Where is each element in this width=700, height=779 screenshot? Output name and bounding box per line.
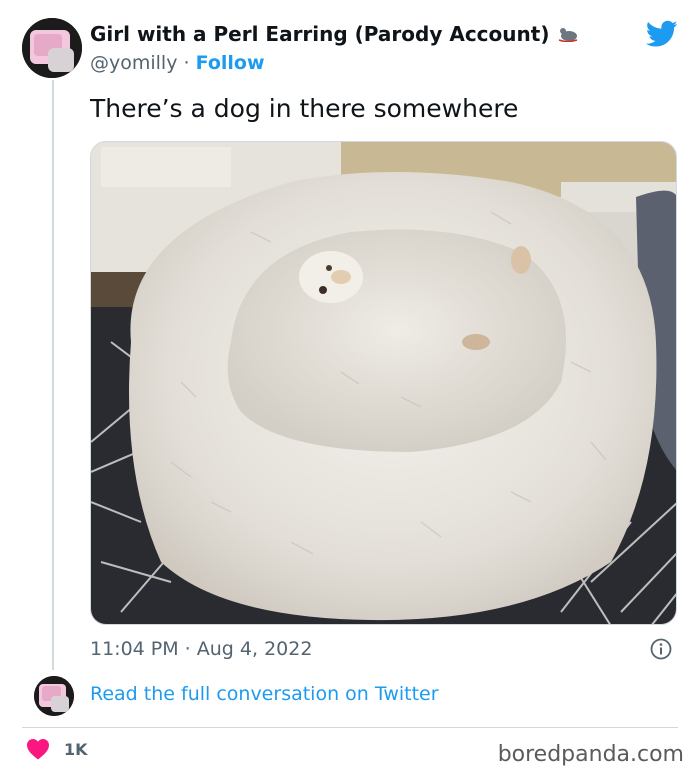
read-full-conversation-link[interactable]: Read the full conversation on Twitter — [90, 683, 439, 705]
author-name[interactable]: Girl with a Perl Earring (Parody Account… — [90, 22, 549, 46]
heart-icon — [27, 739, 49, 760]
like-action[interactable]: 1K — [26, 738, 88, 760]
thread-connector-line — [52, 80, 54, 670]
info-icon[interactable] — [650, 638, 672, 660]
avatar-image-small — [34, 676, 74, 716]
separator-dot: · — [183, 52, 190, 74]
author-avatar[interactable] — [22, 18, 82, 78]
author-handle[interactable]: @yomilly — [90, 52, 177, 74]
tweet-header: Girl with a Perl Earring (Parody Account… — [90, 22, 630, 74]
avatar-image — [22, 18, 82, 78]
dog-in-fluffy-bed-photo — [91, 142, 676, 624]
follow-button[interactable]: Follow — [196, 52, 265, 74]
tweet-timestamp[interactable]: 11:04 PM · Aug 4, 2022 — [90, 638, 312, 660]
mouse-icon — [559, 28, 578, 42]
tweet-photo[interactable] — [90, 141, 677, 625]
tweet-text: There’s a dog in there somewhere — [90, 94, 519, 123]
watermark: boredpanda.com — [497, 742, 684, 767]
divider — [22, 727, 678, 728]
twitter-bird-icon[interactable] — [646, 20, 678, 48]
author-avatar-small[interactable] — [34, 676, 74, 716]
like-count: 1K — [64, 739, 88, 759]
